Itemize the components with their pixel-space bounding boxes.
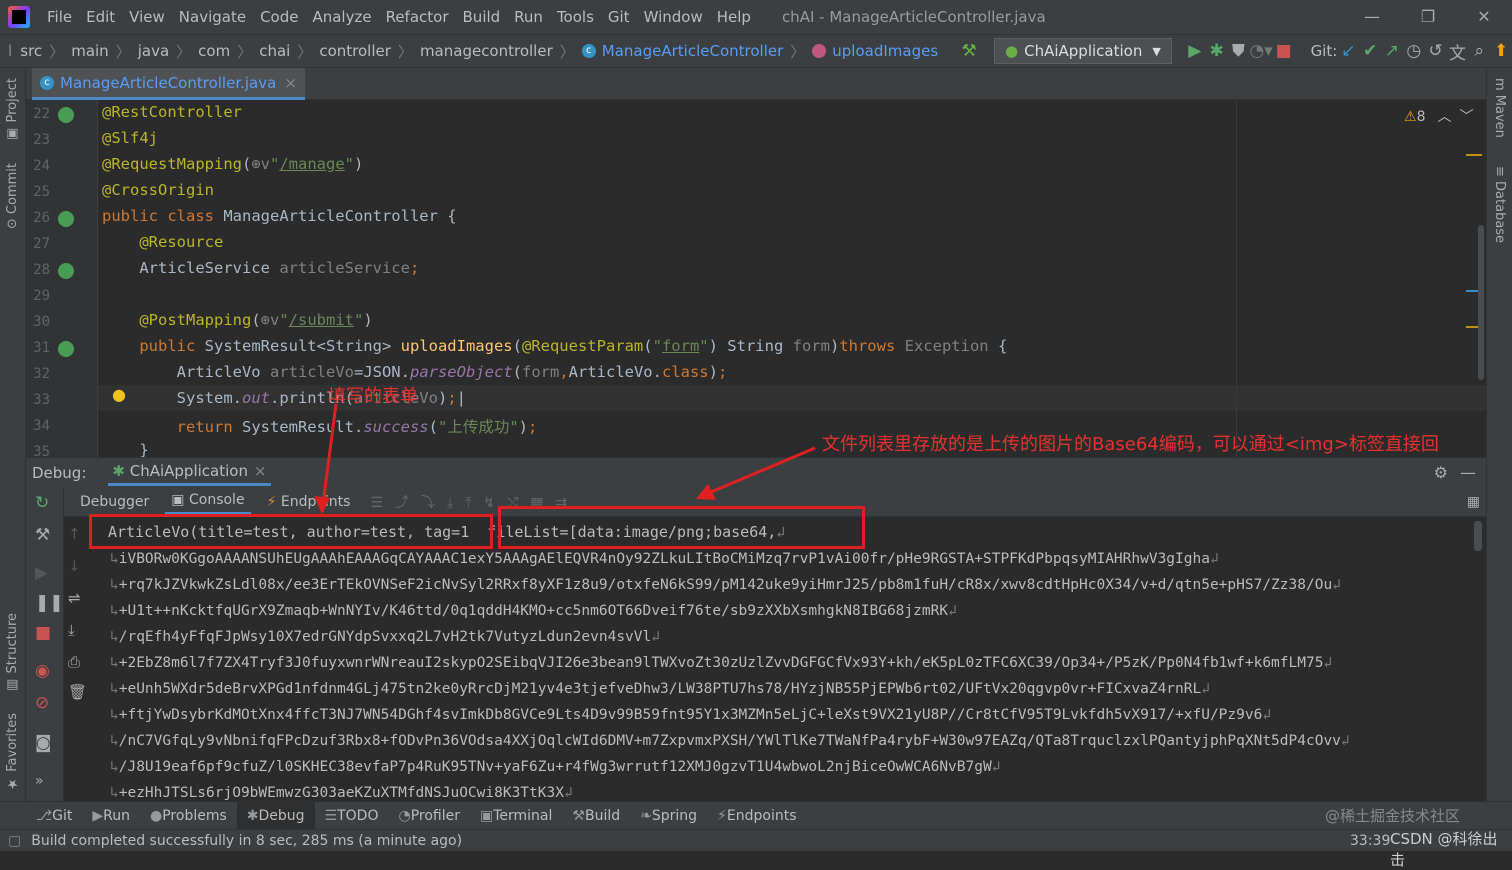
tool-tab-label: Debug — [258, 807, 305, 824]
tool-tab-label: Endpoints — [726, 807, 797, 824]
arrow-head — [314, 496, 330, 514]
tool-tab-todo[interactable]: ☰ TODO — [315, 808, 389, 824]
status-bar: ▢ Build completed successfully in 8 sec,… — [0, 829, 1512, 851]
tool-tab-profiler[interactable]: ◔ Profiler — [388, 808, 470, 824]
watermark-juejin: @稀土掘金技术社区 — [1325, 807, 1461, 825]
tool-tab-label: TODO — [337, 807, 379, 824]
git-icon: ⎇ — [36, 807, 53, 824]
tool-tab-label: Problems — [162, 807, 227, 824]
tool-tab-label: Build — [584, 807, 621, 824]
tool-tab-label: Terminal — [493, 807, 553, 824]
arrow-base64 — [703, 446, 816, 497]
status-square-icon[interactable]: ▢ — [8, 833, 21, 849]
tool-tab-run[interactable]: ▶ Run — [82, 808, 140, 824]
tool-tab-spring[interactable]: ❧ Spring — [630, 808, 707, 824]
run-icon: ▶ — [92, 807, 104, 824]
tool-tab-label: Git — [52, 807, 73, 824]
tool-tab-debug[interactable]: ✱ Debug — [236, 801, 315, 830]
tool-tab-terminal[interactable]: ▣ Terminal — [470, 808, 562, 824]
watermark-csdn: CSDN @科徐出击 — [1390, 830, 1498, 869]
annotation-arrows — [314, 403, 816, 514]
tool-tab-problems[interactable]: ● Problems — [140, 808, 237, 824]
tool-tab-build[interactable]: ⚒ Build — [562, 808, 630, 824]
spring-icon: ❧ — [640, 807, 652, 824]
tool-window-bar: ⎇ Git ▶ Run ● Problems ✱ Debug ☰ TODO ◔ Profi… — [0, 801, 1512, 830]
status-text: Build completed successfully in 8 sec, 2… — [31, 832, 463, 849]
tool-tab-endpoints[interactable]: ⚡ Endpoints — [707, 808, 806, 824]
tool-tab-label: Profiler — [410, 807, 460, 824]
endpoints-icon: ⚡ — [717, 807, 727, 824]
profiler-icon: ◔ — [398, 807, 411, 824]
debug-icon: ✱ — [246, 807, 259, 824]
todo-icon: ☰ — [324, 807, 338, 824]
problems-icon: ● — [150, 807, 163, 824]
build-icon: ⚒ — [572, 807, 585, 824]
tool-tab-git[interactable]: ⎇ Git — [26, 808, 82, 824]
tool-tab-label: Run — [103, 807, 131, 824]
caret-position[interactable]: 33:39 — [1350, 833, 1390, 849]
arrow-form — [320, 403, 338, 513]
tool-tab-label: Spring — [651, 807, 698, 824]
terminal-icon: ▣ — [480, 807, 494, 824]
